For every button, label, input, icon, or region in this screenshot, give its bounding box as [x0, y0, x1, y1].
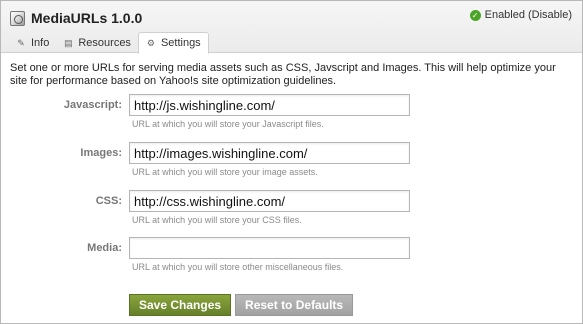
tab-resources-label: Resources — [78, 36, 131, 49]
css-url-input[interactable] — [129, 190, 410, 212]
media-hint: URL at which you will store other miscel… — [132, 262, 344, 272]
tab-bar: ✎ Info ▤ Resources ⚙ Settings — [9, 32, 209, 54]
tab-settings-label: Settings — [160, 37, 201, 49]
plugin-status: ✓ Enabled (Disable) — [469, 9, 572, 21]
resources-icon: ▤ — [64, 37, 73, 48]
status-text: Enabled — [484, 9, 525, 21]
javascript-hint: URL at which you will store your Javascr… — [132, 119, 324, 129]
css-hint: URL at which you will store your CSS fil… — [132, 215, 302, 225]
images-hint: URL at which you will store your image a… — [132, 167, 318, 177]
tab-info-label: Info — [31, 36, 50, 49]
check-icon: ✓ — [469, 9, 481, 21]
tab-info[interactable]: ✎ Info — [9, 32, 56, 53]
settings-description: Set one or more URLs for serving media a… — [10, 62, 556, 87]
images-url-input[interactable] — [129, 142, 410, 164]
plugin-panel: MediaURLs 1.0.0 ✓ Enabled (Disable) ✎ In… — [0, 0, 583, 324]
css-label: CSS: — [95, 195, 122, 207]
disable-link[interactable]: (Disable) — [528, 9, 572, 21]
reset-to-defaults-button[interactable]: Reset to Defaults — [235, 294, 354, 316]
tab-resources[interactable]: ▤ Resources — [56, 32, 138, 53]
save-changes-button[interactable]: Save Changes — [129, 294, 232, 316]
tab-settings[interactable]: ⚙ Settings — [137, 32, 209, 54]
images-label: Images: — [80, 147, 122, 159]
media-label: Media: — [87, 242, 122, 254]
settings-icon: ⚙ — [146, 38, 155, 48]
javascript-label: Javascript: — [63, 99, 122, 111]
plugin-icon — [10, 10, 25, 26]
form-actions: Save Changes Reset to Defaults — [129, 294, 354, 316]
info-icon: ✎ — [17, 37, 25, 48]
plugin-title: MediaURLs 1.0.0 — [31, 10, 143, 26]
panel-header: MediaURLs 1.0.0 ✓ Enabled (Disable) ✎ In… — [1, 1, 582, 54]
title-row: MediaURLs 1.0.0 — [10, 8, 142, 28]
media-url-input[interactable] — [129, 237, 410, 259]
javascript-url-input[interactable] — [129, 94, 410, 116]
